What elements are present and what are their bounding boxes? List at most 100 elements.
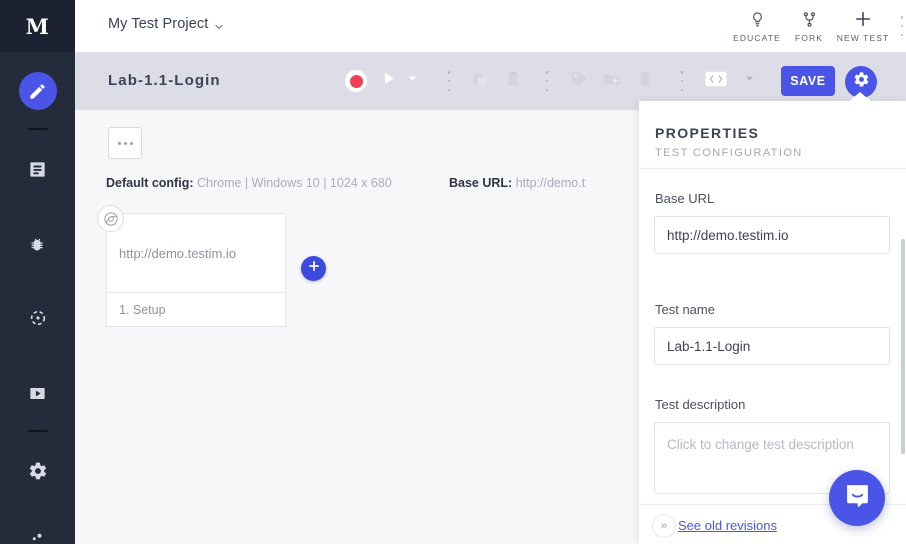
step-url: http://demo.testim.io xyxy=(119,245,237,261)
sidebar-item-runs[interactable] xyxy=(0,368,75,418)
panel-subtitle: TEST CONFIGURATION xyxy=(655,147,803,159)
step-label: 1. Setup xyxy=(119,302,166,317)
chat-bubble-icon xyxy=(844,482,871,514)
base-url-input[interactable]: http://demo.testim.io xyxy=(654,216,890,254)
project-name-label: My Test Project xyxy=(108,16,209,32)
base-url-label: Base URL xyxy=(655,191,715,206)
chevron-down-icon[interactable] xyxy=(213,20,225,32)
dot xyxy=(900,33,904,36)
plus-icon xyxy=(307,259,321,278)
fork-icon xyxy=(801,8,818,30)
save-button[interactable]: SAVE xyxy=(781,66,835,96)
folder-plus-icon xyxy=(602,69,621,93)
dot xyxy=(900,16,904,19)
canvas-more-button[interactable] xyxy=(108,127,142,159)
sidebar-item-bugs[interactable] xyxy=(0,219,75,269)
add-step-button[interactable] xyxy=(301,256,326,281)
toolbar-divider-3 xyxy=(676,71,688,91)
left-sidebar: M xyxy=(0,0,75,544)
dot xyxy=(447,79,451,83)
default-config-value: Chrome | Windows 10 | 1024 x 680 xyxy=(196,176,392,190)
sidebar-divider-bottom xyxy=(28,430,48,432)
dot xyxy=(680,71,684,74)
canvas-base-url-label: Base URL: xyxy=(449,176,513,190)
test-name-label: Test name xyxy=(655,302,715,317)
code-options-button[interactable] xyxy=(743,66,756,96)
gear-icon xyxy=(28,461,48,481)
dot xyxy=(447,88,451,91)
test-description-label: Test description xyxy=(655,397,746,412)
group-button[interactable] xyxy=(602,66,621,96)
tag-button[interactable] xyxy=(569,66,588,96)
fork-label: FORK xyxy=(794,33,823,43)
default-config-line[interactable]: Default config: Chrome | Windows 10 | 10… xyxy=(106,176,392,190)
canvas-base-url-line[interactable]: Base URL: http://demo.t xyxy=(449,176,585,190)
gear-icon xyxy=(853,71,870,93)
chrome-icon xyxy=(97,205,124,232)
toolbar-divider-1 xyxy=(443,71,455,91)
new-test-button[interactable]: NEW TEST xyxy=(831,8,895,43)
project-selector[interactable]: My Test Project xyxy=(108,16,208,32)
test-name-input[interactable]: Lab-1.1-Login xyxy=(654,327,890,365)
dot xyxy=(447,71,451,74)
test-title: Lab-1.1-Login xyxy=(108,72,221,89)
sidebar-item-scheduler[interactable] xyxy=(0,293,75,343)
new-test-label: NEW TEST xyxy=(836,33,890,43)
copy-button[interactable] xyxy=(471,66,489,96)
dot xyxy=(545,71,549,74)
panel-body: Base URL http://demo.testim.io Test name… xyxy=(639,169,906,504)
pencil-icon xyxy=(28,82,47,101)
record-circle-icon xyxy=(345,70,367,92)
code-brackets-icon xyxy=(705,70,727,93)
app-logo-text: M xyxy=(25,13,50,39)
play-button[interactable] xyxy=(380,66,397,96)
dot xyxy=(680,88,684,91)
code-button[interactable] xyxy=(705,66,727,96)
header-overflow-menu[interactable] xyxy=(895,16,906,36)
delete-button[interactable] xyxy=(636,66,654,96)
sidebar-item-settings[interactable] xyxy=(0,446,75,496)
revisions-expand-button[interactable]: » xyxy=(652,514,676,538)
plus-icon xyxy=(853,8,873,30)
list-icon xyxy=(28,160,47,179)
chat-launcher-button[interactable] xyxy=(829,470,885,526)
dot xyxy=(545,79,549,83)
bug-icon xyxy=(28,235,47,254)
toolbar-divider-2 xyxy=(541,71,553,91)
top-header: My Test Project EDUCATE FORK NEW TEST xyxy=(75,0,906,52)
clipboard-icon xyxy=(504,70,522,93)
test-step-card[interactable]: http://demo.testim.io 1. Setup xyxy=(106,213,286,327)
see-old-revisions-link[interactable]: See old revisions xyxy=(678,518,777,533)
caret-down-icon xyxy=(743,72,756,90)
dot xyxy=(900,24,904,28)
sidebar-item-help[interactable] xyxy=(0,510,75,544)
paste-button[interactable] xyxy=(504,66,522,96)
page-title: PROPERTIES xyxy=(655,125,760,141)
sidebar-item-editor[interactable] xyxy=(0,66,75,116)
lightbulb-icon xyxy=(749,8,766,30)
play-box-icon xyxy=(28,384,47,403)
play-icon xyxy=(380,70,397,92)
sidebar-divider-top xyxy=(28,128,48,130)
panel-scrollbar[interactable] xyxy=(901,239,905,454)
canvas-base-url-value: http://demo.t xyxy=(515,176,586,190)
dots-icon xyxy=(29,526,47,544)
dot xyxy=(545,88,549,91)
sidebar-item-test-list[interactable] xyxy=(0,144,75,194)
tag-icon xyxy=(569,69,588,93)
play-options-button[interactable] xyxy=(406,66,419,96)
default-config-label: Default config: xyxy=(106,176,194,190)
caret-down-icon xyxy=(406,72,419,90)
educate-label: EDUCATE xyxy=(733,33,781,43)
app-root: M My Test Project EDUCATE FORK NEW TEST … xyxy=(0,0,906,544)
panel-pointer xyxy=(847,92,873,103)
refresh-icon xyxy=(28,308,48,328)
trash-icon xyxy=(636,70,654,93)
sidebar-active-indicator xyxy=(18,72,57,110)
copy-icon xyxy=(471,70,489,93)
panel-header: PROPERTIES TEST CONFIGURATION xyxy=(639,101,906,169)
record-button[interactable] xyxy=(345,66,367,96)
dot xyxy=(680,79,684,83)
app-logo[interactable]: M xyxy=(0,0,75,52)
three-dots-horizontal-icon xyxy=(116,141,134,145)
